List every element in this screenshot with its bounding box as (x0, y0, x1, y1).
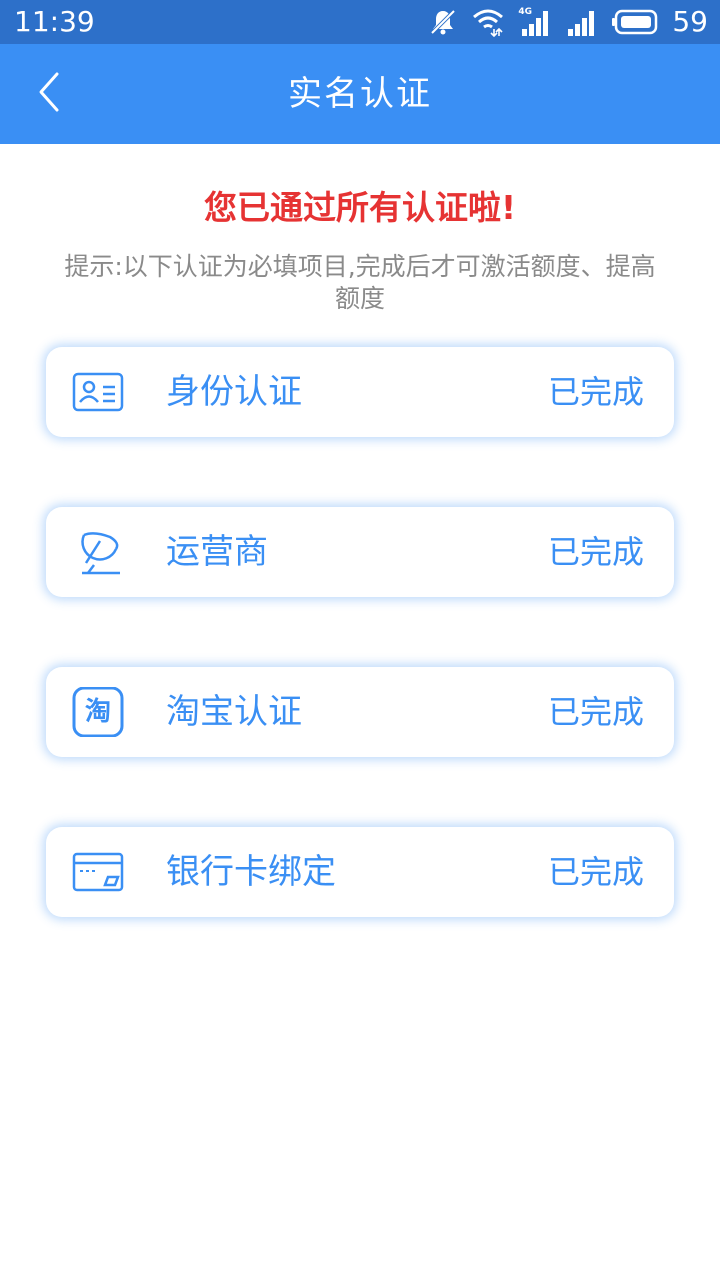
taobao-icon: 淘 (72, 687, 124, 737)
signal-4g-icon: 4G (518, 7, 552, 37)
bank-card-icon (72, 847, 124, 897)
verification-item-taobao[interactable]: 淘 淘宝认证 已完成 (46, 667, 674, 757)
verification-item-identity[interactable]: 身份认证 已完成 (46, 347, 674, 437)
verification-item-bank-card[interactable]: 银行卡绑定 已完成 (46, 827, 674, 917)
status-time: 11:39 (14, 5, 95, 38)
page-title: 实名认证 (288, 74, 432, 114)
verification-item-label: 淘宝认证 (166, 692, 302, 732)
taobao-icon-text: 淘 (84, 697, 111, 727)
battery-icon (612, 9, 658, 35)
verification-item-label: 银行卡绑定 (166, 852, 336, 892)
verification-status: 已完成 (547, 373, 644, 411)
verification-item-label: 运营商 (166, 532, 268, 572)
id-card-icon (72, 367, 124, 417)
battery-level: 59 (672, 5, 708, 38)
verification-item-carrier[interactable]: 运营商 已完成 (46, 507, 674, 597)
hint-text: 提示:以下认证为必填项目,完成后才可激活额度、提高额度 (64, 252, 656, 313)
verification-status: 已完成 (547, 853, 644, 891)
mute-icon (428, 7, 458, 37)
status-bar: 11:39 4G 59 (0, 0, 720, 44)
verification-item-label: 身份认证 (166, 372, 302, 412)
verification-status: 已完成 (547, 533, 644, 571)
signal-icon (566, 7, 598, 37)
verification-status: 已完成 (547, 693, 644, 731)
satellite-dish-icon (72, 527, 124, 577)
status-icons: 4G 59 (428, 6, 708, 38)
wifi-icon (472, 7, 504, 37)
success-message: 您已通过所有认证啦! (203, 188, 517, 227)
header: 实名认证 (0, 44, 720, 144)
